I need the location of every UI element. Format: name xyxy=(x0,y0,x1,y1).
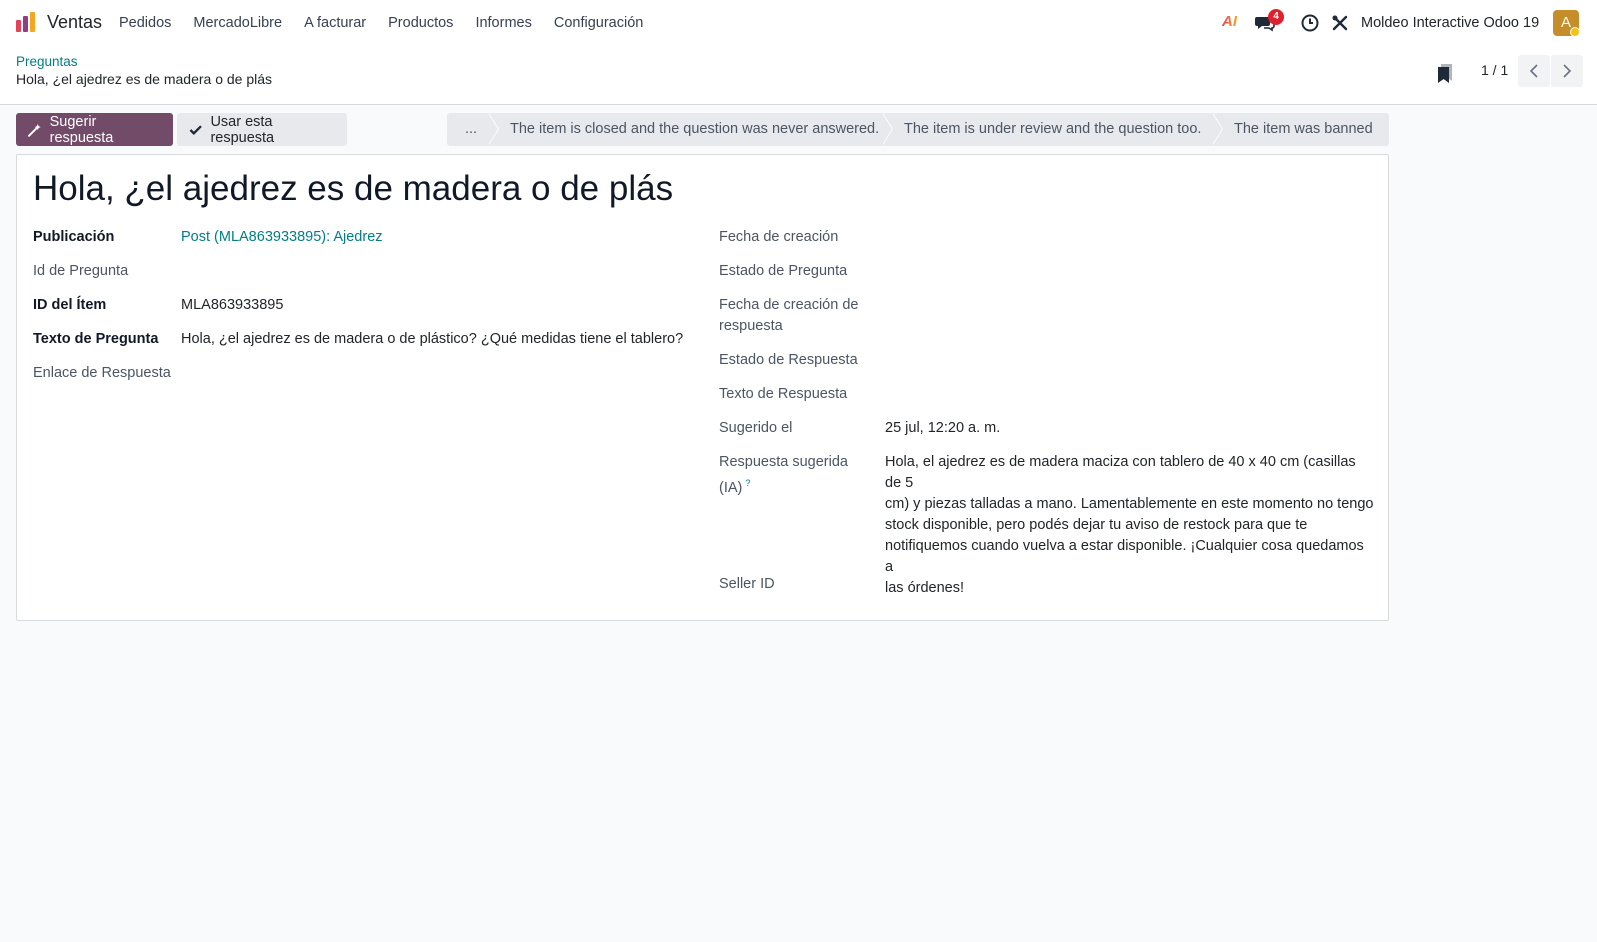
publicacion-link[interactable]: Post (MLA863933895): Ajedrez xyxy=(181,227,383,248)
debug-tools-icon[interactable] xyxy=(1331,14,1349,32)
chevron-left-icon xyxy=(1529,64,1538,78)
menu-item-informes[interactable]: Informes xyxy=(464,0,542,46)
check-icon xyxy=(189,124,202,135)
menu-item-configuracion[interactable]: Configuración xyxy=(543,0,654,46)
suggest-answer-button[interactable]: Sugerir respuesta xyxy=(16,113,173,146)
company-switcher[interactable]: Moldeo Interactive Odoo 19 xyxy=(1361,15,1539,31)
activity-clock-icon[interactable] xyxy=(1301,14,1319,32)
suggest-answer-label: Sugerir respuesta xyxy=(49,113,114,146)
texto-respuesta-field[interactable] xyxy=(885,384,1365,405)
pager-previous-button[interactable] xyxy=(1518,55,1550,87)
magic-wand-icon xyxy=(28,123,41,137)
seller-id-field[interactable] xyxy=(885,574,1365,595)
status-item-under-review[interactable]: The item is under review and the questio… xyxy=(882,113,1223,146)
id-item-label: ID del Ítem xyxy=(33,297,107,313)
respuesta-sugerida-line: notifiquemos cuando vuelva a estar dispo… xyxy=(885,538,1364,575)
status-more-button[interactable]: ... xyxy=(447,113,499,146)
main-menu: Pedidos MercadoLibre A facturar Producto… xyxy=(108,0,654,46)
breadcrumb-parent-link[interactable]: Preguntas xyxy=(16,54,78,69)
presence-status-icon xyxy=(1570,27,1580,37)
control-panel: Preguntas Hola, ¿el ajedrez es de madera… xyxy=(0,46,1597,105)
use-answer-button[interactable]: Usar esta respuesta xyxy=(177,113,347,146)
status-item-closed[interactable]: The item is closed and the question was … xyxy=(488,113,893,146)
menu-item-productos[interactable]: Productos xyxy=(377,0,464,46)
respuesta-sugerida-line: cm) y piezas talladas a mano. Lamentable… xyxy=(885,496,1374,512)
ai-icon[interactable]: AI xyxy=(1222,13,1237,30)
texto-pregunta-label: Texto de Pregunta xyxy=(33,331,159,347)
estado-respuesta-label: Estado de Respuesta xyxy=(719,352,858,368)
help-tooltip-icon[interactable]: ? xyxy=(745,478,750,488)
app-name[interactable]: Ventas xyxy=(47,12,102,33)
enlace-respuesta-label: Enlace de Respuesta xyxy=(33,365,171,381)
publicacion-label: Publicación xyxy=(33,229,115,245)
sugerido-el-label: Sugerido el xyxy=(719,420,793,436)
notification-badge: 4 xyxy=(1268,9,1284,25)
menu-item-mercadolibre[interactable]: MercadoLibre xyxy=(182,0,293,46)
enlace-respuesta-field[interactable] xyxy=(181,363,681,384)
form-sheet: Hola, ¿el ajedrez es de madera o de plás… xyxy=(16,154,1389,621)
id-pregunta-label: Id de Pregunta xyxy=(33,263,129,279)
pager-value[interactable]: 1 / 1 xyxy=(1481,62,1508,78)
status-bar: ... The item is closed and the question … xyxy=(447,113,1389,146)
fecha-creacion-field[interactable] xyxy=(885,227,1365,248)
top-navbar: Ventas Pedidos MercadoLibre A facturar P… xyxy=(0,0,1597,46)
chevron-right-icon xyxy=(1563,64,1572,78)
use-answer-label: Usar esta respuesta xyxy=(210,113,275,146)
record-title[interactable]: Hola, ¿el ajedrez es de madera o de plás xyxy=(33,169,673,209)
fecha-respuesta-label-line1: Fecha de creación de xyxy=(719,297,859,313)
respuesta-sugerida-line: Hola, el ajedrez es de madera maciza con… xyxy=(885,454,1356,491)
respuesta-sugerida-label-line2: (IA)? xyxy=(719,478,751,496)
menu-item-pedidos[interactable]: Pedidos xyxy=(108,0,182,46)
menu-item-a-facturar[interactable]: A facturar xyxy=(293,0,377,46)
seller-id-label: Seller ID xyxy=(719,576,775,592)
pager-next-button[interactable] xyxy=(1551,55,1583,87)
estado-respuesta-field[interactable] xyxy=(885,350,1365,371)
status-item-banned[interactable]: The item was banned xyxy=(1212,113,1389,146)
id-pregunta-field[interactable] xyxy=(181,261,681,282)
respuesta-sugerida-line: stock disponible, pero podés dejar tu av… xyxy=(885,517,1308,533)
sugerido-el-value[interactable]: 25 jul, 12:20 a. m. xyxy=(885,418,1000,439)
breadcrumb-current: Hola, ¿el ajedrez es de madera o de plás xyxy=(16,71,273,87)
id-item-value[interactable]: MLA863933895 xyxy=(181,295,283,316)
sales-app-icon[interactable] xyxy=(15,11,37,33)
texto-pregunta-value[interactable]: Hola, ¿el ajedrez es de madera o de plás… xyxy=(181,329,683,350)
texto-respuesta-label: Texto de Respuesta xyxy=(719,386,848,402)
fecha-respuesta-field[interactable] xyxy=(885,295,1365,316)
fecha-creacion-label: Fecha de creación xyxy=(719,229,839,245)
respuesta-sugerida-label-line1: Respuesta sugerida xyxy=(719,454,848,470)
bookmark-icon[interactable] xyxy=(1436,62,1454,84)
fecha-respuesta-label-line2: respuesta xyxy=(719,318,783,334)
estado-pregunta-field[interactable] xyxy=(885,261,1365,282)
estado-pregunta-label: Estado de Pregunta xyxy=(719,263,848,279)
